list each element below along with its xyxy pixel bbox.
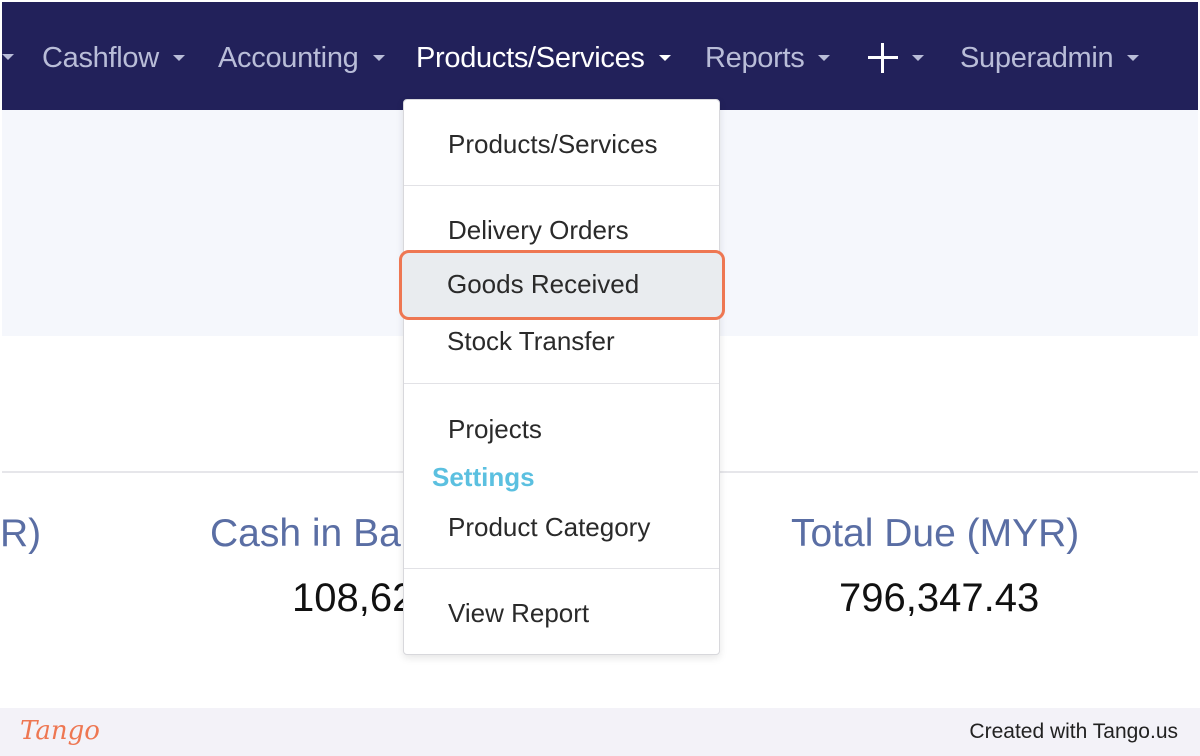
menu-item-goods-received: Goods Received [447,269,640,299]
menu-divider [404,568,719,569]
stat-cash-value: 108,62 [292,576,415,620]
nav-left-caret-icon[interactable] [2,54,14,60]
top-navbar: Cashflow Accounting Products/Services Re… [2,2,1198,110]
nav-products-services[interactable]: Products/Services [416,40,671,76]
chevron-down-icon [658,55,671,61]
menu-item-projects[interactable]: Projects [448,414,542,445]
tango-credit: Created with Tango.us [969,720,1178,743]
screenshot-frame: Cashflow Accounting Products/Services Re… [0,0,1200,756]
tango-logo: Tango [20,716,100,746]
menu-item-stock-transfer[interactable]: Stock Transfer [447,326,615,357]
nav-accounting-label: Accounting [218,41,359,74]
chevron-down-icon [172,55,185,61]
chevron-down-icon [372,55,385,61]
tango-footer: Tango Created with Tango.us [0,708,1200,756]
nav-products-services-label: Products/Services [416,41,645,74]
menu-item-product-category[interactable]: Product Category [448,512,650,543]
menu-divider [404,383,719,384]
menu-divider [404,185,719,186]
nav-cashflow[interactable]: Cashflow [42,40,185,76]
chevron-down-icon [912,55,924,61]
stat-total-due-label: Total Due (MYR) [791,512,1080,555]
nav-reports-label: Reports [705,41,805,74]
nav-reports[interactable]: Reports [705,40,831,76]
nav-superadmin[interactable]: Superadmin [960,40,1140,76]
nav-superadmin-label: Superadmin [960,41,1114,74]
highlighted-menu-item[interactable]: Goods Received [399,250,725,320]
plus-icon [868,43,898,73]
nav-accounting[interactable]: Accounting [218,40,385,76]
products-dropdown-menu: Products/Services Delivery Orders Projec… [403,99,720,655]
chevron-down-icon [1127,55,1140,61]
stat-cash-label: Cash in Ba [210,512,401,555]
nav-cashflow-label: Cashflow [42,41,159,74]
menu-item-products-services[interactable]: Products/Services [448,129,658,160]
chevron-down-icon [818,55,831,61]
menu-header-settings: Settings [432,462,535,492]
menu-item-view-report[interactable]: View Report [448,598,589,629]
stat-total-due-value: 796,347.43 [839,576,1040,620]
stat-partial-label: R) [0,512,42,555]
menu-item-delivery-orders[interactable]: Delivery Orders [448,215,629,246]
nav-quick-add[interactable] [868,40,924,76]
